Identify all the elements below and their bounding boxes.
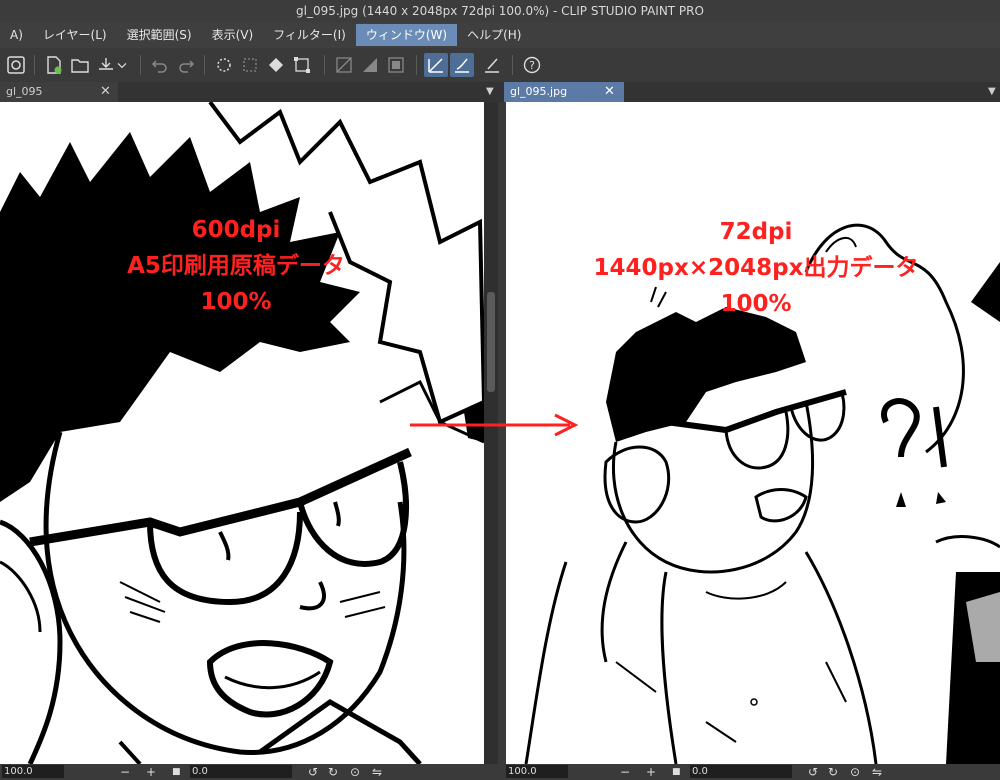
snap-grid-icon[interactable] [384,53,408,77]
zoom-out-button[interactable]: − [120,764,130,780]
reset-rotation-icon[interactable]: ⊙ [850,764,860,780]
menu-item-help[interactable]: ヘルプ(H) [457,24,531,46]
rotate-left-icon[interactable]: ↺ [308,764,318,780]
command-bar: ? [0,48,1000,83]
svg-text:?: ? [529,59,535,72]
stroke-icon[interactable] [480,53,504,77]
zoom-out-button[interactable]: − [620,764,630,780]
menu-item-layer[interactable]: レイヤー(L) [33,24,117,46]
ruler-off-icon[interactable] [332,53,356,77]
close-icon[interactable]: ✕ [604,82,615,102]
tab-label: gl_095.jpg [510,85,568,98]
chevron-down-icon[interactable]: ▼ [486,82,494,102]
zoom-field[interactable]: 100.0 [2,765,64,778]
menu-bar: A) レイヤー(L) 選択範囲(S) 表示(V) フィルター(I) ウィンドウ(… [0,22,1000,48]
menu-item-animation[interactable]: A) [0,24,33,46]
redo-icon[interactable] [174,53,198,77]
new-file-icon[interactable] [42,53,66,77]
scroll-thumb[interactable] [487,292,495,392]
help-icon[interactable]: ? [520,53,544,77]
right-annotation: 72dpi 1440px×2048px出力データ 100% [536,214,976,322]
left-data-type-label: A5印刷用原稿データ [127,253,345,279]
menu-item-filter[interactable]: フィルター(I) [263,24,356,46]
tab-label: gl_095 [6,85,43,98]
rotation-field[interactable]: 0.0 [690,765,792,778]
menu-item-view[interactable]: 表示(V) [202,24,264,46]
rotation-field[interactable]: 0.0 [190,765,292,778]
rotate-right-icon[interactable]: ↻ [828,764,838,780]
left-tab-bar: gl_095 ✕ ▼ [0,82,500,102]
rotate-left-icon[interactable]: ↺ [808,764,818,780]
chevron-down-icon[interactable] [114,53,130,77]
right-data-type-label: 1440px×2048px出力データ [593,255,919,281]
flip-icon[interactable]: ⇋ [872,764,882,780]
window-title: gl_095.jpg (1440 x 2048px 72dpi 100.0%) … [0,0,1000,22]
fill-icon[interactable] [264,53,288,77]
clip-studio-icon[interactable] [4,53,28,77]
crop-icon[interactable] [290,53,314,77]
fit-button[interactable]: ■ [672,764,681,780]
comparison-arrow [410,413,579,437]
right-zoom-label: 100% [720,291,792,317]
rotate-right-icon[interactable]: ↻ [328,764,338,780]
open-file-icon[interactable] [68,53,92,77]
reset-rotation-icon[interactable]: ⊙ [350,764,360,780]
close-icon[interactable]: ✕ [100,82,111,102]
chevron-down-icon[interactable]: ▼ [988,82,996,102]
fit-button[interactable]: ■ [172,764,181,780]
right-status-bar: 100.0 − + ■ 0.0 ↺ ↻ ⊙ ⇋ [500,764,1000,780]
pen-snap-icon[interactable] [424,53,448,77]
zoom-in-button[interactable]: + [146,764,156,780]
menu-item-window[interactable]: ウィンドウ(W) [355,24,458,46]
left-dpi-label: 600dpi [191,217,281,243]
left-zoom-label: 100% [200,289,272,315]
right-dpi-label: 72dpi [719,219,793,245]
loading-icon[interactable] [212,53,236,77]
snap-icon[interactable] [358,53,382,77]
zoom-in-button[interactable]: + [646,764,656,780]
flip-icon[interactable]: ⇋ [372,764,382,780]
undo-icon[interactable] [148,53,172,77]
menu-item-selection[interactable]: 選択範囲(S) [117,24,202,46]
brush-snap-icon[interactable] [450,53,474,77]
transform-icon[interactable] [238,53,262,77]
left-status-bar: 100.0 − + ■ 0.0 ↺ ↻ ⊙ ⇋ [0,764,500,780]
left-annotation: 600dpi A5印刷用原稿データ 100% [66,212,406,320]
right-tab-bar: gl_095.jpg ✕ ▼ [500,82,1000,102]
zoom-field[interactable]: 100.0 [506,765,568,778]
